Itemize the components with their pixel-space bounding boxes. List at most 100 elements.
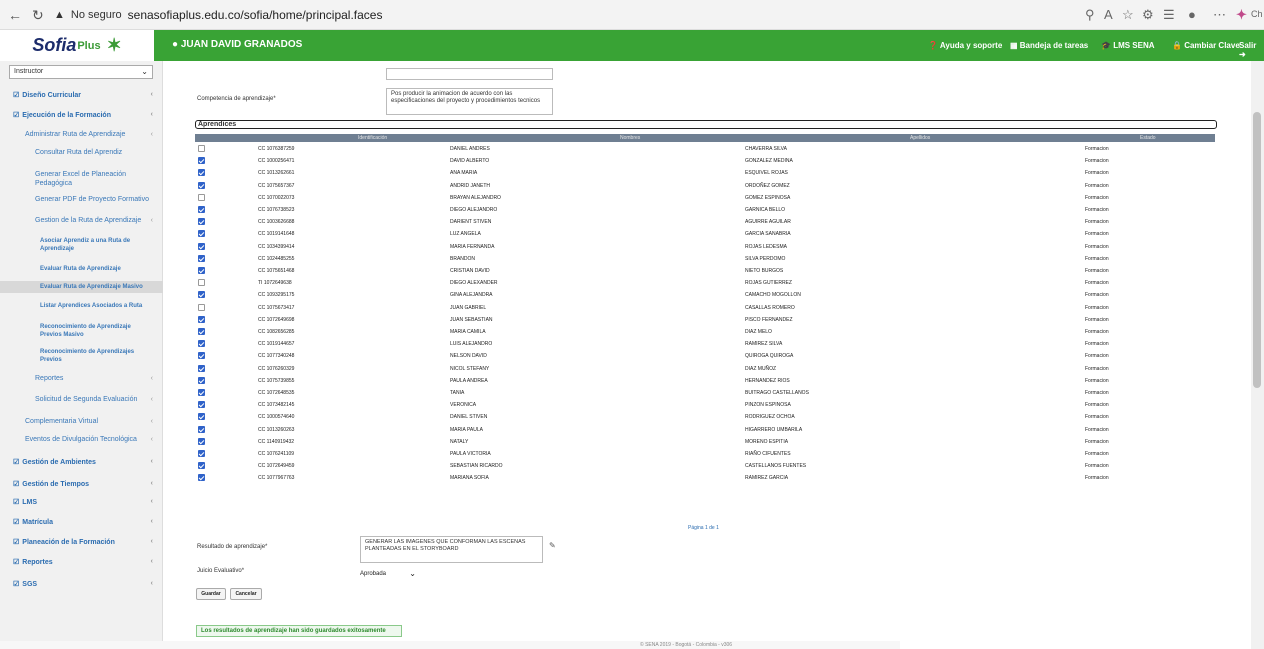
read-aloud-icon[interactable]: A: [1104, 7, 1113, 22]
sidebar-item[interactable]: Consultar Ruta del Aprendiz: [0, 147, 163, 158]
cell-estado: Formacion: [1085, 329, 1109, 335]
nav-lms[interactable]: 🎓 LMS SENA: [1101, 41, 1155, 50]
save-button[interactable]: Guardar: [196, 588, 226, 600]
cell-id: CC 1034399414: [258, 243, 295, 250]
row-checkbox[interactable]: [198, 315, 205, 323]
cell-id: CC 1072649698: [258, 316, 295, 323]
table-row: CC 1073482145 VERONICA PINZON ESPINOSA Form…: [195, 400, 1215, 411]
row-checkbox[interactable]: [198, 193, 205, 201]
role-select[interactable]: Instructor ⌄: [9, 65, 153, 79]
collections-icon[interactable]: ☰: [1163, 7, 1175, 23]
zoom-icon[interactable]: ⚲: [1085, 7, 1095, 23]
sena-logo-icon: ✶: [106, 35, 122, 55]
nav-change-password[interactable]: 🔒 Cambiar Clave: [1172, 41, 1240, 50]
scrollbar-thumb[interactable]: [1253, 112, 1261, 388]
profile-icon[interactable]: ●: [1188, 7, 1196, 22]
chevron-left-icon: ‹: [150, 558, 153, 565]
table-row: CC 1000256471 DAVID ALBERTO GONZALEZ MEDIN…: [195, 156, 1215, 167]
column-identificacion: Identificación: [358, 135, 388, 141]
success-message: Los resultados de aprendizaje han sido g…: [196, 625, 402, 637]
sidebar-item[interactable]: ☑ LMS ‹: [0, 496, 163, 508]
cell-id: CC 1075673417: [258, 304, 295, 311]
sidebar-item[interactable]: Administrar Ruta de Aprendizaje ‹: [0, 129, 163, 140]
sidebar-item[interactable]: ☑ Reportes ‹: [0, 556, 163, 568]
cell-id: CC 1082656285: [258, 329, 295, 335]
sidebar-item[interactable]: Complementaria Virtual ‹: [0, 416, 163, 427]
sidebar-item[interactable]: Reconocimiento de Aprendizajes Previos: [0, 346, 163, 366]
cell-nombres: ANA MARIA: [450, 170, 478, 177]
sidebar-item[interactable]: ☑ Gestión de Ambientes ‹: [0, 456, 163, 468]
row-checkbox[interactable]: [198, 254, 205, 262]
row-checkbox[interactable]: [198, 401, 205, 409]
sidebar-item[interactable]: Evaluar Ruta de Aprendizaje: [0, 263, 163, 275]
row-checkbox[interactable]: [198, 303, 205, 311]
sofia-plus-logo[interactable]: Sofia Plus ✶: [0, 30, 154, 61]
sidebar-item[interactable]: ☑ Planeación de la Formación ‹: [0, 536, 163, 548]
row-checkbox[interactable]: [198, 437, 205, 445]
row-checkbox[interactable]: [198, 352, 205, 360]
sidebar-item[interactable]: ☑ Matrícula ‹: [0, 516, 163, 528]
sidebar-item[interactable]: ☑ SGS ‹: [0, 578, 163, 590]
sidebar-item[interactable]: ☑ Diseño Curricular ‹: [0, 89, 163, 101]
sidebar-item[interactable]: ☑ Ejecución de la Formación ‹: [0, 109, 163, 121]
nav-tasks[interactable]: ▦ Bandeja de tareas: [1010, 41, 1088, 50]
row-checkbox[interactable]: [198, 425, 205, 433]
more-icon[interactable]: ⋯: [1213, 7, 1226, 23]
previous-textarea[interactable]: [386, 68, 553, 80]
reload-icon[interactable]: ↻: [32, 6, 44, 24]
sidebar-item[interactable]: Generar Excel de Planeación Pedagógica: [0, 168, 163, 190]
competencia-label: Competencia de aprendizaje*: [197, 96, 276, 102]
row-checkbox[interactable]: [198, 340, 205, 348]
row-checkbox[interactable]: [198, 218, 205, 226]
competencia-textarea[interactable]: Pos producir la animacion de acuerdo con…: [386, 88, 553, 115]
edit-square-icon: ☑: [13, 519, 20, 526]
row-checkbox[interactable]: [198, 181, 205, 189]
sidebar-item[interactable]: Asociar Aprendiz a una Ruta de Aprendiza…: [0, 235, 163, 255]
cell-apellidos: RODRIGUEZ OCHOA: [745, 414, 795, 421]
sidebar-item[interactable]: Evaluar Ruta de Aprendizaje Masivo: [0, 281, 163, 293]
edit-icon[interactable]: ✎: [549, 541, 556, 550]
favorite-icon[interactable]: ☆: [1122, 7, 1134, 23]
nav-help[interactable]: ❓ Ayuda y soporte: [928, 41, 1002, 50]
row-checkbox[interactable]: [198, 291, 205, 299]
sidebar-item[interactable]: Listar Aprendices Asociados a Ruta: [0, 300, 163, 312]
row-checkbox[interactable]: [198, 206, 205, 213]
row-checkbox[interactable]: [198, 389, 205, 396]
row-checkbox[interactable]: [198, 474, 205, 482]
browser-toolbar: ← ↻ ▲ No seguro senasofiaplus.edu.co/sof…: [0, 0, 1264, 30]
cell-apellidos: GONZALEZ MEDINA: [745, 158, 793, 165]
back-icon[interactable]: ←: [8, 6, 22, 24]
row-checkbox[interactable]: [198, 230, 205, 238]
sidebar-item-label: Generar Excel de Planeación Pedagógica: [35, 171, 127, 187]
sidebar-item[interactable]: Generar PDF de Proyecto Formativo: [0, 194, 163, 205]
sidebar-item[interactable]: Gestion de la Ruta de Aprendizaje ‹: [0, 215, 163, 226]
row-checkbox[interactable]: [198, 279, 205, 287]
sidebar-item[interactable]: Eventos de Divulgación Tecnológica ‹: [0, 434, 163, 445]
copilot-icon[interactable]: ✦: [1236, 7, 1247, 23]
extensions-icon[interactable]: ⚙: [1142, 7, 1154, 23]
row-checkbox[interactable]: [198, 450, 205, 457]
juicio-select[interactable]: Aprobada ⌄: [358, 569, 418, 581]
cell-id: CC 1093295175: [258, 292, 295, 299]
cell-id: CC 1072648535: [258, 390, 295, 396]
row-checkbox[interactable]: [198, 157, 205, 165]
row-checkbox[interactable]: [198, 267, 205, 274]
sidebar-item[interactable]: Reportes ‹: [0, 373, 163, 384]
cancel-button[interactable]: Cancelar: [230, 588, 262, 600]
row-checkbox[interactable]: [198, 169, 205, 177]
nav-logout[interactable]: Salir ➜: [1239, 41, 1264, 59]
chevron-left-icon: ‹: [150, 217, 153, 224]
address-bar[interactable]: ▲ No seguro senasofiaplus.edu.co/sofia/h…: [54, 4, 1074, 26]
row-checkbox[interactable]: [198, 145, 205, 152]
sidebar-item[interactable]: ☑ Gestión de Tiempos ‹: [0, 478, 163, 490]
row-checkbox[interactable]: [198, 364, 205, 372]
row-checkbox[interactable]: [198, 376, 205, 384]
row-checkbox[interactable]: [198, 242, 205, 250]
sidebar-item[interactable]: Solicitud de Segunda Evaluación ‹: [0, 394, 163, 405]
column-estado: Estado: [1140, 135, 1156, 141]
row-checkbox[interactable]: [198, 328, 205, 335]
sidebar-item[interactable]: Reconocimiento de Aprendizaje Previos Ma…: [0, 321, 163, 341]
row-checkbox[interactable]: [198, 462, 205, 470]
resultado-textarea[interactable]: GENERAR LAS IMAGENES QUE CONFORMAN LAS E…: [360, 536, 543, 563]
row-checkbox[interactable]: [198, 413, 205, 421]
